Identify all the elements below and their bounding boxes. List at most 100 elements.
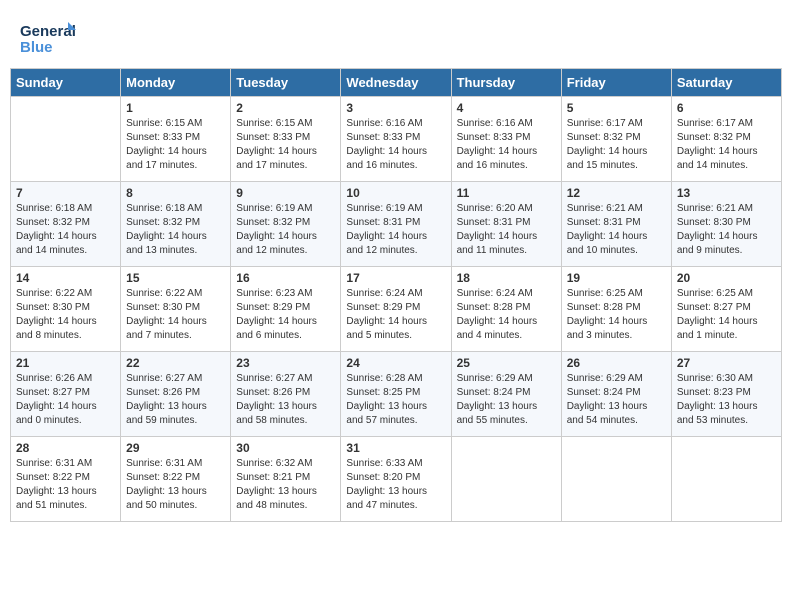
day-info: Sunrise: 6:27 AMSunset: 8:26 PMDaylight:… xyxy=(236,372,335,428)
day-number: 9 xyxy=(236,186,335,200)
calendar-week-row: 21 Sunrise: 6:26 AMSunset: 8:27 PMDayligh… xyxy=(11,352,782,437)
day-number: 6 xyxy=(677,101,776,115)
logo-svg: GeneralBlue xyxy=(20,20,80,58)
day-info: Sunrise: 6:30 AMSunset: 8:23 PMDaylight:… xyxy=(677,372,776,428)
day-info: Sunrise: 6:31 AMSunset: 8:22 PMDaylight:… xyxy=(126,457,225,513)
calendar-cell: 20 Sunrise: 6:25 AMSunset: 8:27 PMDayligh… xyxy=(671,267,781,352)
calendar-cell: 25 Sunrise: 6:29 AMSunset: 8:24 PMDayligh… xyxy=(451,352,561,437)
calendar-cell: 6 Sunrise: 6:17 AMSunset: 8:32 PMDaylight… xyxy=(671,97,781,182)
day-number: 12 xyxy=(567,186,666,200)
day-number: 21 xyxy=(16,356,115,370)
day-number: 16 xyxy=(236,271,335,285)
calendar-cell: 18Sunrise: 6:24 AMSunset: 8:28 PMDayligh… xyxy=(451,267,561,352)
day-info: Sunrise: 6:17 AMSunset: 8:32 PMDaylight:… xyxy=(677,117,776,173)
day-number: 26 xyxy=(567,356,666,370)
weekday-header-row: SundayMondayTuesdayWednesdayThursdayFrid… xyxy=(11,69,782,97)
day-number: 11 xyxy=(457,186,556,200)
calendar-week-row: 14Sunrise: 6:22 AMSunset: 8:30 PMDayligh… xyxy=(11,267,782,352)
calendar-cell: 14Sunrise: 6:22 AMSunset: 8:30 PMDayligh… xyxy=(11,267,121,352)
calendar-cell xyxy=(451,437,561,522)
day-info: Sunrise: 6:18 AMSunset: 8:32 PMDaylight:… xyxy=(16,202,115,258)
calendar-cell: 19Sunrise: 6:25 AMSunset: 8:28 PMDayligh… xyxy=(561,267,671,352)
day-number: 4 xyxy=(457,101,556,115)
calendar-cell: 24 Sunrise: 6:28 AMSunset: 8:25 PMDayligh… xyxy=(341,352,451,437)
weekday-header-sunday: Sunday xyxy=(11,69,121,97)
day-number: 23 xyxy=(236,356,335,370)
day-number: 20 xyxy=(677,271,776,285)
calendar-cell: 22Sunrise: 6:27 AMSunset: 8:26 PMDayligh… xyxy=(121,352,231,437)
calendar-week-row: 28 Sunrise: 6:31 AMSunset: 8:22 PMDayligh… xyxy=(11,437,782,522)
calendar-cell: 15 Sunrise: 6:22 AMSunset: 8:30 PMDayligh… xyxy=(121,267,231,352)
day-number: 17 xyxy=(346,271,445,285)
calendar-cell: 23 Sunrise: 6:27 AMSunset: 8:26 PMDayligh… xyxy=(231,352,341,437)
weekday-header-monday: Monday xyxy=(121,69,231,97)
calendar-cell: 4 Sunrise: 6:16 AMSunset: 8:33 PMDaylight… xyxy=(451,97,561,182)
day-info: Sunrise: 6:20 AMSunset: 8:31 PMDaylight:… xyxy=(457,202,556,258)
calendar-cell: 26 Sunrise: 6:29 AMSunset: 8:24 PMDayligh… xyxy=(561,352,671,437)
calendar-table: SundayMondayTuesdayWednesdayThursdayFrid… xyxy=(10,68,782,522)
weekday-header-wednesday: Wednesday xyxy=(341,69,451,97)
day-info: Sunrise: 6:15 AMSunset: 8:33 PMDaylight:… xyxy=(126,117,225,173)
calendar-cell: 3Sunrise: 6:16 AMSunset: 8:33 PMDaylight… xyxy=(341,97,451,182)
calendar-cell: 28 Sunrise: 6:31 AMSunset: 8:22 PMDayligh… xyxy=(11,437,121,522)
day-number: 3 xyxy=(346,101,445,115)
day-number: 29 xyxy=(126,441,225,455)
calendar-cell: 12 Sunrise: 6:21 AMSunset: 8:31 PMDayligh… xyxy=(561,182,671,267)
day-number: 28 xyxy=(16,441,115,455)
calendar-cell: 7 Sunrise: 6:18 AMSunset: 8:32 PMDaylight… xyxy=(11,182,121,267)
day-info: Sunrise: 6:28 AMSunset: 8:25 PMDaylight:… xyxy=(346,372,445,428)
weekday-header-thursday: Thursday xyxy=(451,69,561,97)
day-number: 13 xyxy=(677,186,776,200)
day-info: Sunrise: 6:22 AMSunset: 8:30 PMDaylight:… xyxy=(126,287,225,343)
day-info: Sunrise: 6:25 AMSunset: 8:27 PMDaylight:… xyxy=(677,287,776,343)
calendar-cell: 1Sunrise: 6:15 AMSunset: 8:33 PMDaylight… xyxy=(121,97,231,182)
day-info: Sunrise: 6:29 AMSunset: 8:24 PMDaylight:… xyxy=(567,372,666,428)
day-number: 24 xyxy=(346,356,445,370)
calendar-cell: 31Sunrise: 6:33 AMSunset: 8:20 PMDayligh… xyxy=(341,437,451,522)
logo: GeneralBlue xyxy=(20,20,80,58)
day-number: 19 xyxy=(567,271,666,285)
day-info: Sunrise: 6:15 AMSunset: 8:33 PMDaylight:… xyxy=(236,117,335,173)
weekday-header-tuesday: Tuesday xyxy=(231,69,341,97)
day-info: Sunrise: 6:32 AMSunset: 8:21 PMDaylight:… xyxy=(236,457,335,513)
calendar-cell: 11 Sunrise: 6:20 AMSunset: 8:31 PMDayligh… xyxy=(451,182,561,267)
day-info: Sunrise: 6:23 AMSunset: 8:29 PMDaylight:… xyxy=(236,287,335,343)
calendar-cell: 29 Sunrise: 6:31 AMSunset: 8:22 PMDayligh… xyxy=(121,437,231,522)
day-number: 7 xyxy=(16,186,115,200)
day-number: 15 xyxy=(126,271,225,285)
calendar-cell: 13Sunrise: 6:21 AMSunset: 8:30 PMDayligh… xyxy=(671,182,781,267)
calendar-cell: 10Sunrise: 6:19 AMSunset: 8:31 PMDayligh… xyxy=(341,182,451,267)
day-info: Sunrise: 6:21 AMSunset: 8:31 PMDaylight:… xyxy=(567,202,666,258)
day-number: 25 xyxy=(457,356,556,370)
day-info: Sunrise: 6:26 AMSunset: 8:27 PMDaylight:… xyxy=(16,372,115,428)
day-number: 5 xyxy=(567,101,666,115)
calendar-cell: 27 Sunrise: 6:30 AMSunset: 8:23 PMDayligh… xyxy=(671,352,781,437)
calendar-cell: 5 Sunrise: 6:17 AMSunset: 8:32 PMDaylight… xyxy=(561,97,671,182)
day-info: Sunrise: 6:27 AMSunset: 8:26 PMDaylight:… xyxy=(126,372,225,428)
day-info: Sunrise: 6:24 AMSunset: 8:29 PMDaylight:… xyxy=(346,287,445,343)
day-number: 18 xyxy=(457,271,556,285)
day-number: 30 xyxy=(236,441,335,455)
calendar-cell xyxy=(11,97,121,182)
calendar-cell: 16 Sunrise: 6:23 AMSunset: 8:29 PMDayligh… xyxy=(231,267,341,352)
day-number: 31 xyxy=(346,441,445,455)
day-info: Sunrise: 6:16 AMSunset: 8:33 PMDaylight:… xyxy=(457,117,556,173)
day-info: Sunrise: 6:29 AMSunset: 8:24 PMDaylight:… xyxy=(457,372,556,428)
day-info: Sunrise: 6:18 AMSunset: 8:32 PMDaylight:… xyxy=(126,202,225,258)
calendar-week-row: 7 Sunrise: 6:18 AMSunset: 8:32 PMDaylight… xyxy=(11,182,782,267)
weekday-header-friday: Friday xyxy=(561,69,671,97)
day-number: 10 xyxy=(346,186,445,200)
weekday-header-saturday: Saturday xyxy=(671,69,781,97)
calendar-cell xyxy=(561,437,671,522)
day-info: Sunrise: 6:31 AMSunset: 8:22 PMDaylight:… xyxy=(16,457,115,513)
calendar-cell xyxy=(671,437,781,522)
calendar-cell: 9Sunrise: 6:19 AMSunset: 8:32 PMDaylight… xyxy=(231,182,341,267)
day-info: Sunrise: 6:17 AMSunset: 8:32 PMDaylight:… xyxy=(567,117,666,173)
calendar-cell: 17 Sunrise: 6:24 AMSunset: 8:29 PMDayligh… xyxy=(341,267,451,352)
calendar-week-row: 1Sunrise: 6:15 AMSunset: 8:33 PMDaylight… xyxy=(11,97,782,182)
day-info: Sunrise: 6:22 AMSunset: 8:30 PMDaylight:… xyxy=(16,287,115,343)
calendar-cell: 2Sunrise: 6:15 AMSunset: 8:33 PMDaylight… xyxy=(231,97,341,182)
calendar-cell: 8Sunrise: 6:18 AMSunset: 8:32 PMDaylight… xyxy=(121,182,231,267)
day-number: 27 xyxy=(677,356,776,370)
calendar-cell: 21 Sunrise: 6:26 AMSunset: 8:27 PMDayligh… xyxy=(11,352,121,437)
